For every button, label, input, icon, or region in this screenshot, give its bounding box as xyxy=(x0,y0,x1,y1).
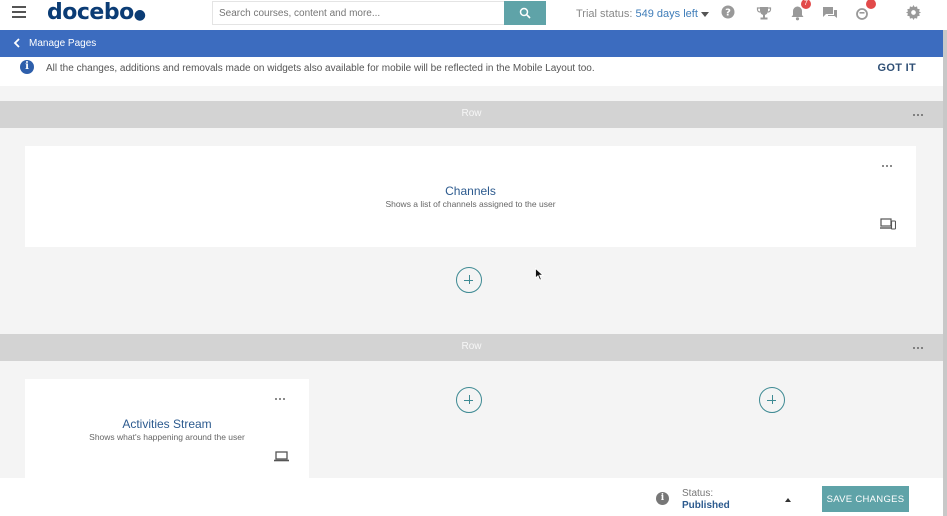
row-label: Row xyxy=(461,108,482,119)
widget-options-icon[interactable] xyxy=(275,398,285,400)
search-icon xyxy=(519,7,531,19)
status-value[interactable]: Published xyxy=(682,500,730,511)
widget-options-icon[interactable] xyxy=(882,165,892,167)
row-options-icon[interactable] xyxy=(913,114,923,116)
devices-icon xyxy=(880,218,896,230)
chevron-up-icon[interactable] xyxy=(785,498,791,502)
got-it-button[interactable]: GOT IT xyxy=(878,62,916,74)
logo[interactable]: docebo● xyxy=(47,0,146,25)
chevron-down-icon xyxy=(700,11,709,17)
svg-text:?: ? xyxy=(725,8,731,19)
logo-text: docebo xyxy=(47,0,134,25)
notice-text: All the changes, additions and removals … xyxy=(46,63,595,74)
trial-days: 549 days left xyxy=(635,8,698,20)
help-icon[interactable]: ? xyxy=(721,5,737,21)
info-icon: i xyxy=(20,60,34,74)
bell-icon[interactable]: 7 xyxy=(790,0,811,21)
info-icon[interactable]: i xyxy=(656,492,669,505)
row-options-icon[interactable] xyxy=(913,347,923,349)
search-input[interactable] xyxy=(212,1,504,25)
top-header: docebo● Trial status: 549 days left ? 7 xyxy=(0,0,947,30)
trial-label: Trial status: xyxy=(576,8,633,20)
notification-badge: 7 xyxy=(801,0,811,9)
back-link-manage-pages[interactable]: Manage Pages xyxy=(29,38,96,49)
widget-title: Channels xyxy=(445,184,496,198)
page-subheader: Manage Pages xyxy=(0,30,943,57)
cursor-icon xyxy=(535,268,544,281)
shopping-icon[interactable] xyxy=(855,0,876,21)
chevron-left-icon[interactable] xyxy=(13,38,21,48)
save-changes-button[interactable]: SAVE CHANGES xyxy=(822,486,909,512)
activities-stream-widget[interactable]: Activities Stream Shows what's happening… xyxy=(25,379,309,478)
widget-description: Shows a list of channels assigned to the… xyxy=(385,199,556,209)
scrollbar-thumb[interactable] xyxy=(943,30,947,516)
channels-widget[interactable]: Channels Shows a list of channels assign… xyxy=(25,146,916,247)
add-widget-button[interactable] xyxy=(456,267,482,293)
row-header: Row xyxy=(0,101,943,128)
row-header: Row xyxy=(0,334,943,361)
status-label: Status: xyxy=(682,488,714,499)
gear-icon[interactable] xyxy=(906,5,922,21)
search-button[interactable] xyxy=(504,1,546,25)
cart-badge xyxy=(866,0,876,9)
add-widget-button[interactable] xyxy=(759,387,785,413)
laptop-icon xyxy=(274,451,289,462)
menu-icon[interactable] xyxy=(12,6,26,18)
mobile-layout-notice: i All the changes, additions and removal… xyxy=(0,57,943,86)
scrollbar[interactable] xyxy=(943,30,947,516)
widget-title: Activities Stream xyxy=(122,417,212,431)
widget-description: Shows what's happening around the user xyxy=(89,432,245,442)
trial-status[interactable]: Trial status: 549 days left xyxy=(576,8,709,20)
trophy-icon[interactable] xyxy=(756,5,772,21)
chat-icon[interactable] xyxy=(822,5,838,21)
row-label: Row xyxy=(461,341,482,352)
add-widget-button[interactable] xyxy=(456,387,482,413)
footer-bar: i Status: Published SAVE CHANGES xyxy=(0,478,943,516)
